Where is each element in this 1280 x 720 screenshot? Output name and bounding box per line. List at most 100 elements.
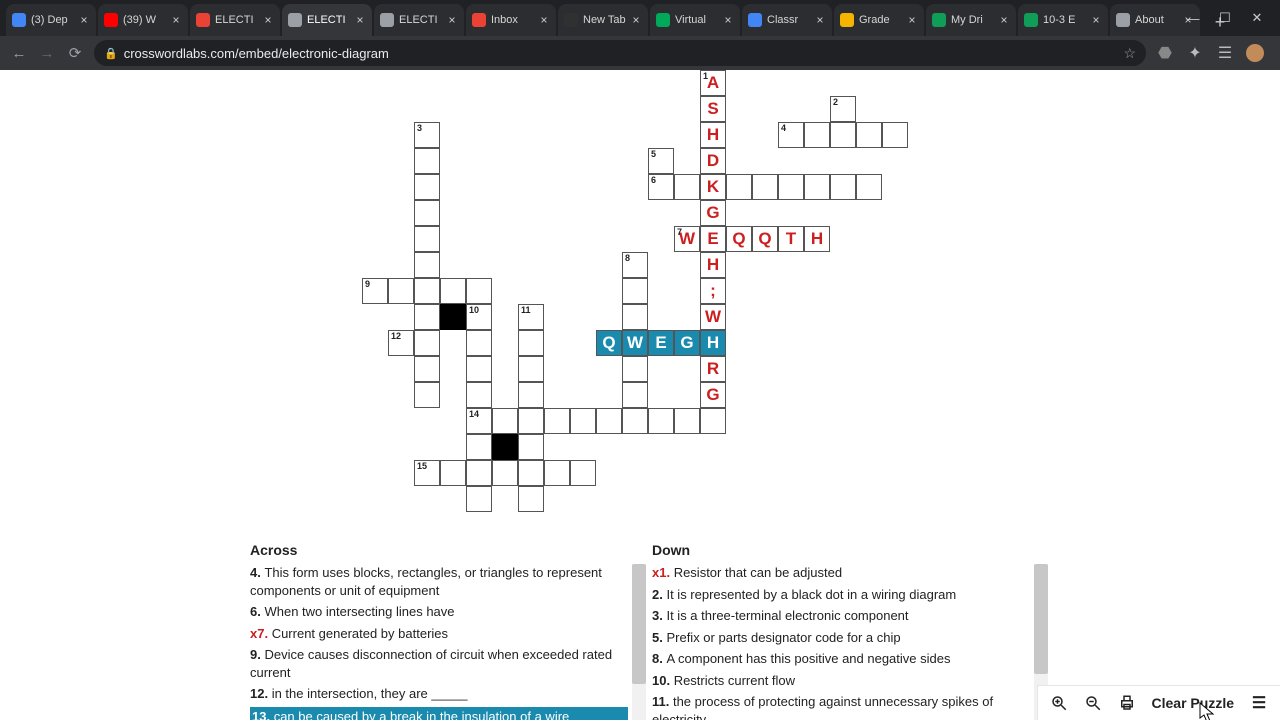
clue[interactable]: 8. A component has this positive and neg…	[652, 650, 1030, 668]
menu-icon[interactable]: ☰	[1250, 694, 1268, 712]
crossword-cell[interactable]	[804, 122, 830, 148]
crossword-cell[interactable]	[466, 356, 492, 382]
crossword-cell[interactable]: H	[700, 122, 726, 148]
tab-close-icon[interactable]: ×	[78, 13, 90, 27]
crossword-cell[interactable]: Q	[752, 226, 778, 252]
tab-close-icon[interactable]: ×	[630, 13, 642, 27]
crossword-cell[interactable]: Q	[596, 330, 622, 356]
crossword-cell[interactable]	[440, 278, 466, 304]
clue[interactable]: 3. It is a three-terminal electronic com…	[652, 607, 1030, 625]
crossword-cell[interactable]	[518, 356, 544, 382]
extensions-menu-icon[interactable]: ✦	[1186, 44, 1204, 62]
crossword-cell[interactable]: 2	[830, 96, 856, 122]
crossword-cell[interactable]: S	[700, 96, 726, 122]
browser-tab[interactable]: My Dri×	[926, 4, 1016, 36]
crossword-cell[interactable]: 5	[648, 148, 674, 174]
crossword-cell[interactable]	[466, 486, 492, 512]
crossword-cell[interactable]	[674, 408, 700, 434]
tab-close-icon[interactable]: ×	[538, 13, 550, 27]
crossword-cell[interactable]	[518, 408, 544, 434]
crossword-cell[interactable]	[414, 304, 440, 330]
clue[interactable]: 12. in the intersection, they are _____	[250, 685, 628, 703]
window-close-button[interactable]: ✕	[1248, 10, 1266, 26]
crossword-cell[interactable]	[778, 174, 804, 200]
tab-close-icon[interactable]: ×	[446, 13, 458, 27]
crossword-cell[interactable]	[726, 174, 752, 200]
crossword-cell[interactable]	[414, 356, 440, 382]
extension-icon[interactable]: ⬣	[1156, 44, 1174, 62]
crossword-cell[interactable]: ;	[700, 278, 726, 304]
clue[interactable]: 9. Device causes disconnection of circui…	[250, 646, 628, 681]
crossword-cell[interactable]	[492, 460, 518, 486]
crossword-cell[interactable]: 14	[466, 408, 492, 434]
crossword-cell[interactable]	[414, 382, 440, 408]
crossword-cell[interactable]: K	[700, 174, 726, 200]
crossword-cell[interactable]: W	[700, 304, 726, 330]
across-scrollbar[interactable]: ▾	[632, 564, 646, 720]
crossword-cell[interactable]: 15	[414, 460, 440, 486]
crossword-cell[interactable]	[518, 434, 544, 460]
tab-close-icon[interactable]: ×	[814, 13, 826, 27]
crossword-cell[interactable]	[700, 408, 726, 434]
crossword-cell[interactable]: 3	[414, 122, 440, 148]
crossword-cell[interactable]	[544, 460, 570, 486]
browser-tab[interactable]: ELECTI×	[190, 4, 280, 36]
crossword-cell[interactable]: 7W	[674, 226, 700, 252]
window-minimize-button[interactable]: —	[1184, 11, 1202, 26]
browser-tab[interactable]: ELECTI×	[374, 4, 464, 36]
crossword-cell[interactable]: E	[648, 330, 674, 356]
crossword-cell[interactable]: R	[700, 356, 726, 382]
crossword-cell[interactable]	[648, 408, 674, 434]
crossword-cell[interactable]	[856, 174, 882, 200]
crossword-cell[interactable]	[388, 278, 414, 304]
tab-close-icon[interactable]: ×	[262, 13, 274, 27]
browser-tab[interactable]: Inbox×	[466, 4, 556, 36]
browser-tab[interactable]: (39) W×	[98, 4, 188, 36]
profile-avatar[interactable]	[1246, 44, 1264, 62]
crossword-cell[interactable]	[466, 382, 492, 408]
browser-tab[interactable]: 10-3 E×	[1018, 4, 1108, 36]
crossword-cell[interactable]	[414, 330, 440, 356]
crossword-cell[interactable]	[622, 382, 648, 408]
address-bar[interactable]: 🔒 crosswordlabs.com/embed/electronic-dia…	[94, 40, 1146, 66]
crossword-cell[interactable]: Q	[726, 226, 752, 252]
crossword-cell[interactable]: 9	[362, 278, 388, 304]
crossword-cell[interactable]	[466, 434, 492, 460]
crossword-cell[interactable]: 12	[388, 330, 414, 356]
clue[interactable]: 13. can be caused by a break in the insu…	[250, 707, 628, 720]
crossword-cell[interactable]: H	[700, 252, 726, 278]
crossword-cell[interactable]	[622, 408, 648, 434]
crossword-cell[interactable]	[622, 278, 648, 304]
forward-button[interactable]: →	[38, 45, 56, 62]
crossword-cell[interactable]	[466, 330, 492, 356]
crossword-cell[interactable]	[518, 330, 544, 356]
crossword-cell[interactable]: E	[700, 226, 726, 252]
crossword-cell[interactable]	[882, 122, 908, 148]
crossword-cell[interactable]: 6	[648, 174, 674, 200]
crossword-cell[interactable]	[518, 460, 544, 486]
crossword-cell[interactable]	[414, 174, 440, 200]
tab-close-icon[interactable]: ×	[170, 13, 182, 27]
tab-close-icon[interactable]: ×	[1090, 13, 1102, 27]
browser-tab[interactable]: New Tab×	[558, 4, 648, 36]
crossword-cell[interactable]	[622, 356, 648, 382]
crossword-cell[interactable]	[466, 278, 492, 304]
crossword-cell[interactable]	[492, 408, 518, 434]
tab-close-icon[interactable]: ×	[722, 13, 734, 27]
clue[interactable]: 11. the process of protecting against un…	[652, 693, 1030, 720]
crossword-cell[interactable]	[596, 408, 622, 434]
bookmark-star-icon[interactable]: ☆	[1123, 45, 1136, 62]
crossword-cell[interactable]	[414, 278, 440, 304]
crossword-cell[interactable]	[830, 122, 856, 148]
print-icon[interactable]	[1118, 694, 1136, 712]
crossword-cell[interactable]: G	[700, 382, 726, 408]
tab-close-icon[interactable]: ×	[906, 13, 918, 27]
crossword-cell[interactable]	[622, 304, 648, 330]
crossword-cell[interactable]: H	[804, 226, 830, 252]
crossword-cell[interactable]	[830, 174, 856, 200]
crossword-cell[interactable]	[414, 200, 440, 226]
tab-close-icon[interactable]: ×	[354, 13, 366, 27]
crossword-cell[interactable]	[414, 226, 440, 252]
crossword-cell[interactable]: G	[674, 330, 700, 356]
tab-close-icon[interactable]: ×	[998, 13, 1010, 27]
